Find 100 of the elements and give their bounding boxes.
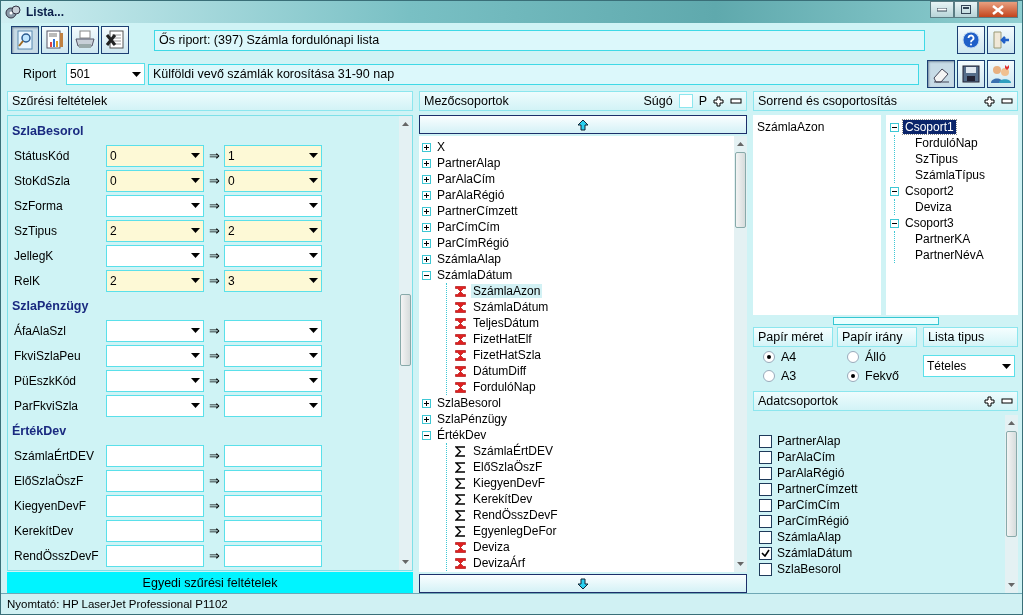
checkbox[interactable]	[759, 562, 772, 576]
tree-item[interactable]: EgyenlegDeFor	[471, 524, 559, 538]
tree-item[interactable]: DátumDiff	[471, 364, 529, 378]
radio-button[interactable]	[763, 350, 775, 363]
clear-button[interactable]	[927, 60, 955, 88]
dropdown-arrow-icon[interactable]	[191, 203, 200, 208]
collapse-icon[interactable]	[890, 218, 899, 228]
expand-icon[interactable]	[422, 398, 431, 408]
group-field[interactable]: FordulóNap	[913, 136, 980, 150]
report-button[interactable]	[41, 26, 69, 54]
input-field[interactable]	[106, 444, 204, 467]
tree-item[interactable]: SzámlaDátum	[435, 268, 515, 282]
print-button[interactable]	[71, 26, 99, 54]
tree-item[interactable]: ParAlaCím	[435, 172, 497, 186]
tree-item[interactable]: SzlaPénzügy	[435, 412, 510, 426]
tree-item[interactable]: RendÖsszDevF	[471, 508, 560, 522]
dropdown-field[interactable]	[106, 244, 204, 267]
dropdown-arrow-icon[interactable]	[191, 403, 200, 408]
collapse-icon[interactable]	[890, 122, 899, 132]
group-item[interactable]: Csoport2	[903, 184, 956, 198]
tree-item[interactable]: SzlaBesorol	[435, 396, 504, 410]
list-type-dropdown[interactable]: Tételes	[923, 355, 1015, 377]
group-field[interactable]: PartnerNévA	[913, 248, 986, 262]
dropdown-field[interactable]	[224, 319, 322, 342]
dropdown-arrow-icon[interactable]	[309, 178, 318, 183]
dropdown-field[interactable]	[106, 369, 204, 392]
dropdown-arrow-icon[interactable]	[191, 378, 200, 383]
dropdown-arrow-icon[interactable]	[1002, 363, 1011, 369]
dropdown-arrow-icon[interactable]	[309, 253, 318, 258]
tree-item[interactable]: Deviza	[471, 540, 512, 554]
remove-icon[interactable]	[1001, 97, 1013, 105]
group-item[interactable]: Csoport3	[903, 216, 956, 230]
dropdown-arrow-icon[interactable]	[309, 203, 318, 208]
remove-icon[interactable]	[730, 97, 742, 105]
tree-item[interactable]: X	[435, 140, 447, 154]
dropdown-arrow-icon[interactable]	[309, 228, 318, 233]
scroll-down-button[interactable]	[419, 574, 747, 593]
preview-button[interactable]	[11, 26, 39, 54]
tree-item[interactable]: PartnerCímzett	[435, 204, 520, 218]
dropdown-field[interactable]	[106, 394, 204, 417]
dropdown-field[interactable]: 0	[106, 144, 204, 167]
group-field[interactable]: SzTipus	[913, 152, 960, 166]
dropdown-arrow-icon[interactable]	[191, 153, 200, 158]
scroll-down-icon[interactable]	[402, 560, 409, 564]
dropdown-field[interactable]	[224, 194, 322, 217]
group-field[interactable]: SzámlaTípus	[913, 168, 988, 182]
sort-field[interactable]: SzámlaAzon	[757, 120, 877, 134]
expand-icon[interactable]	[422, 414, 431, 424]
dropdown-arrow-icon[interactable]	[309, 328, 318, 333]
dropdown-field[interactable]: 2	[224, 219, 322, 242]
expand-icon[interactable]	[422, 254, 431, 264]
scroll-thumb[interactable]	[400, 294, 411, 366]
checkbox[interactable]	[759, 450, 772, 464]
tree-item[interactable]: ElőSzlaÖszF	[471, 460, 545, 474]
dropdown-field[interactable]: 0	[106, 169, 204, 192]
dropdown-arrow-icon[interactable]	[132, 71, 141, 77]
checkbox[interactable]	[759, 498, 772, 512]
tree-item[interactable]: DevizaÁrf	[471, 556, 527, 570]
dropdown-arrow-icon[interactable]	[191, 353, 200, 358]
checkbox[interactable]	[759, 546, 772, 560]
tree-item[interactable]: FizetHatElf	[471, 332, 534, 346]
dropdown-arrow-icon[interactable]	[191, 278, 200, 283]
tree-item[interactable]: ParCímCím	[435, 220, 502, 234]
minimize-button[interactable]	[930, 1, 954, 18]
expand-icon[interactable]	[422, 174, 431, 184]
maximize-button[interactable]	[954, 1, 978, 18]
remove-icon[interactable]	[1001, 397, 1013, 405]
dropdown-field[interactable]	[224, 344, 322, 367]
radio-button[interactable]	[847, 350, 859, 363]
checkbox[interactable]	[759, 466, 772, 480]
input-field[interactable]	[224, 494, 322, 517]
expand-icon[interactable]	[422, 206, 431, 216]
dropdown-arrow-icon[interactable]	[191, 228, 200, 233]
excel-export-button[interactable]	[101, 26, 129, 54]
input-field[interactable]	[106, 469, 204, 492]
dropdown-arrow-icon[interactable]	[191, 328, 200, 333]
input-field[interactable]	[224, 519, 322, 542]
tree-item[interactable]: ParCímRégió	[435, 236, 512, 250]
list-type-button[interactable]: Lista tipus	[923, 327, 1018, 347]
dropdown-field[interactable]	[106, 344, 204, 367]
dropdown-field[interactable]: 1	[224, 144, 322, 167]
tree-item[interactable]: TeljesDátum	[471, 316, 542, 330]
help-button[interactable]	[957, 26, 985, 54]
dropdown-field[interactable]	[106, 194, 204, 217]
collapse-icon[interactable]	[422, 430, 431, 440]
splitter-handle[interactable]	[832, 317, 939, 325]
group-item[interactable]: Csoport1	[903, 120, 956, 134]
scroll-down-icon[interactable]	[1008, 583, 1015, 587]
checkbox[interactable]	[759, 530, 772, 544]
help-checkbox[interactable]	[678, 94, 693, 108]
dropdown-arrow-icon[interactable]	[309, 278, 318, 283]
scroll-down-icon[interactable]	[737, 562, 744, 566]
input-field[interactable]	[224, 444, 322, 467]
tree-item[interactable]: KerekítDev	[471, 492, 535, 506]
tree-item[interactable]: SzámlaÉrtDEV	[471, 444, 556, 458]
tree-item[interactable]: PartnerAlap	[435, 156, 503, 170]
add-icon[interactable]	[984, 395, 995, 407]
group-field[interactable]: PartnerKA	[913, 232, 973, 246]
expand-icon[interactable]	[422, 142, 431, 152]
scroll-up-icon[interactable]	[737, 142, 744, 146]
